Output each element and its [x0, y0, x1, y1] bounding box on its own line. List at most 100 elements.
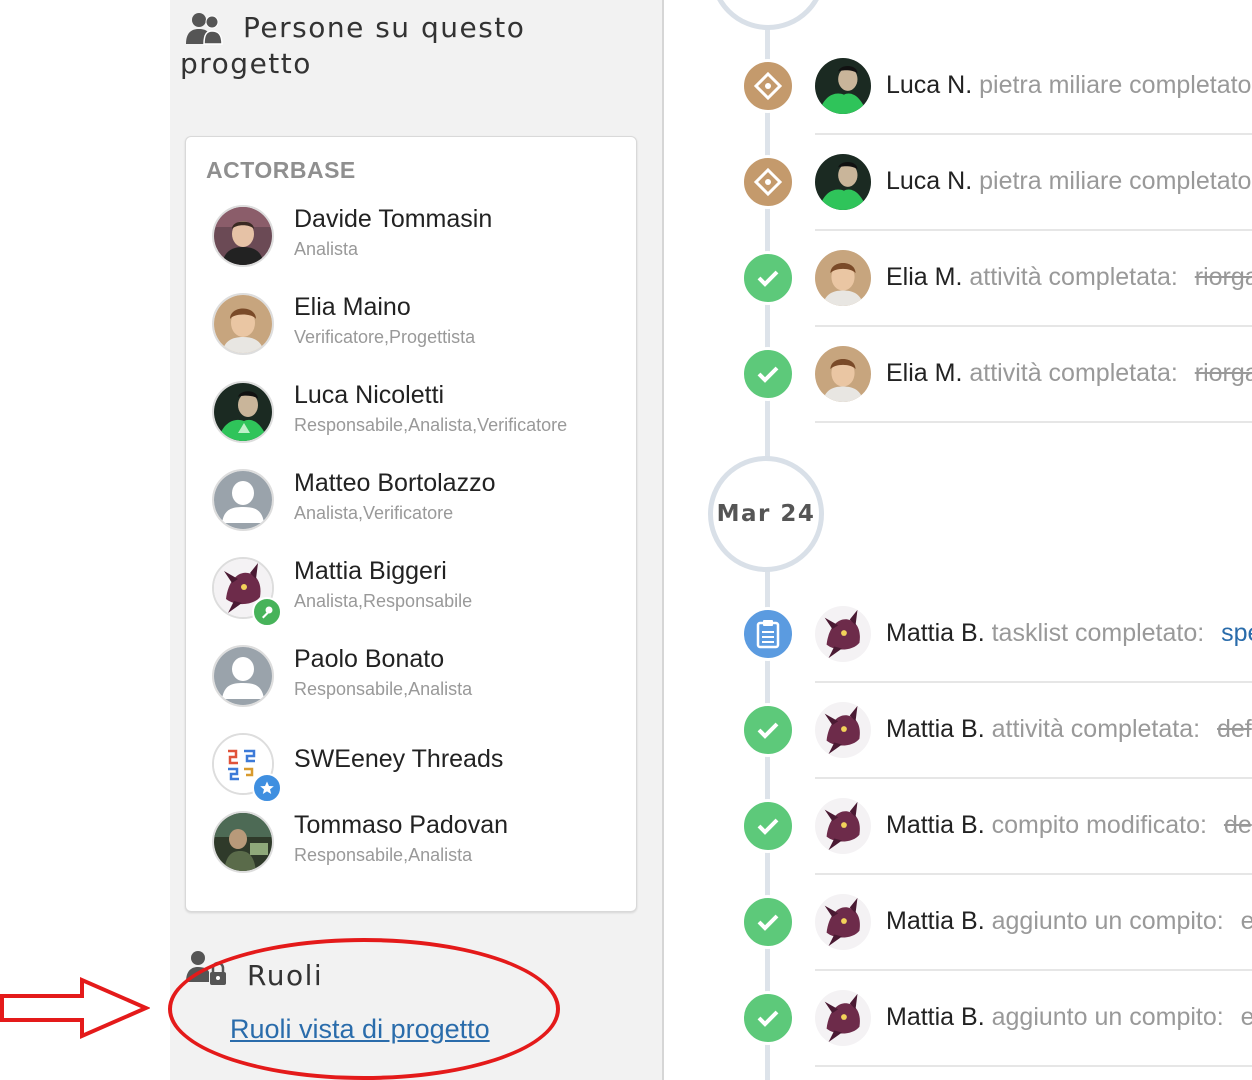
person-name: Davide Tommasin — [294, 205, 493, 233]
admin-key-badge-icon — [252, 597, 282, 627]
event-action: attività completata: — [991, 715, 1201, 743]
avatar[interactable] — [815, 606, 871, 662]
person-item[interactable]: Tommaso Padovan Responsabile,Analista — [212, 811, 622, 881]
person-role: Analista — [294, 239, 359, 259]
timeline-event-text: Luca N. pietra miliare completato — [886, 71, 1251, 100]
avatar — [212, 205, 274, 267]
timeline-event-text: Mattia B. aggiunto un compito: e — [886, 1003, 1252, 1032]
event-separator — [815, 1065, 1252, 1067]
event-separator — [815, 873, 1252, 875]
event-object-link[interactable]: def — [1217, 715, 1252, 743]
person-name: SWEeney Threads — [294, 745, 504, 773]
check-icon — [741, 799, 795, 853]
person-item[interactable]: Elia Maino Verificatore,Progettista — [212, 293, 622, 363]
project-sidebar: Persone su questo progetto ACTORBASE Dav… — [170, 0, 664, 1080]
check-icon — [741, 991, 795, 1045]
person-name: Tommaso Padovan — [294, 811, 509, 839]
person-name: Mattia Biggeri — [294, 557, 447, 585]
avatar[interactable] — [815, 990, 871, 1046]
avatar[interactable] — [815, 702, 871, 758]
person-item[interactable]: Mattia Biggeri Analista,Responsabile — [212, 557, 622, 627]
event-object-link[interactable]: spe — [1221, 619, 1252, 647]
check-icon — [741, 251, 795, 305]
event-user-link[interactable]: Mattia B. — [886, 1003, 985, 1031]
event-object-link[interactable]: e — [1241, 907, 1252, 935]
avatar[interactable] — [815, 346, 871, 402]
person-name: Luca Nicoletti — [294, 381, 445, 409]
event-user-link[interactable]: Elia M. — [886, 359, 962, 387]
event-user-link[interactable]: Mattia B. — [886, 811, 985, 839]
avatar — [212, 469, 274, 531]
event-user-link[interactable]: Luca N. — [886, 71, 972, 99]
person-item[interactable]: SWEeney Threads — [212, 733, 622, 803]
event-user-link[interactable]: Mattia B. — [886, 619, 985, 647]
person-role: Responsabile,Analista,Verificatore — [294, 415, 568, 435]
annotation-arrow-icon — [0, 976, 150, 1040]
check-icon — [741, 347, 795, 401]
person-item[interactable]: Davide Tommasin Analista — [212, 205, 622, 275]
milestone-icon — [741, 59, 795, 113]
timeline-event-text: Elia M. attività completata: riorga — [886, 359, 1252, 388]
person-item[interactable]: Matteo Bortolazzo Analista,Verificatore — [212, 469, 622, 539]
avatar[interactable] — [815, 154, 871, 210]
person-item[interactable]: Luca Nicoletti Responsabile,Analista,Ver… — [212, 381, 622, 451]
event-user-link[interactable]: Elia M. — [886, 263, 962, 291]
person-name: Matteo Bortolazzo — [294, 469, 496, 497]
event-action: aggiunto un compito: — [991, 907, 1224, 935]
event-action: pietra miliare completato — [979, 71, 1252, 99]
person-role: Analista,Responsabile — [294, 591, 473, 611]
event-separator — [815, 229, 1252, 231]
milestone-icon — [741, 155, 795, 209]
event-action: tasklist completato: — [991, 619, 1205, 647]
timeline-event-text: Elia M. attività completata: riorga — [886, 263, 1252, 292]
event-object-link[interactable]: riorga — [1195, 359, 1252, 387]
event-separator — [815, 777, 1252, 779]
avatar — [212, 645, 274, 707]
event-action: compito modificato: — [991, 811, 1207, 839]
check-icon — [741, 703, 795, 757]
people-section-title: Persone su questo progetto — [180, 11, 526, 80]
date-marker: Mar 24 — [708, 456, 824, 572]
avatar[interactable] — [815, 58, 871, 114]
event-user-link[interactable]: Luca N. — [886, 167, 972, 195]
timeline-event-text: Luca N. pietra miliare completato — [886, 167, 1251, 196]
event-separator — [815, 681, 1252, 683]
event-object-link[interactable]: e — [1241, 1003, 1252, 1031]
event-object-link[interactable]: riorga — [1195, 263, 1252, 291]
person-name: Paolo Bonato — [294, 645, 445, 673]
event-separator — [815, 325, 1252, 327]
people-card: ACTORBASE Davide Tommasin Analista Elia … — [185, 136, 637, 912]
event-user-link[interactable]: Mattia B. — [886, 907, 985, 935]
person-role: Verificatore,Progettista — [294, 327, 476, 347]
annotation-ellipse — [168, 938, 560, 1080]
clipboard-icon — [741, 607, 795, 661]
event-action: pietra miliare completato — [979, 167, 1252, 195]
company-name: ACTORBASE — [206, 157, 356, 183]
avatar — [212, 381, 274, 443]
timeline-event-text: Mattia B. attività completata: def — [886, 715, 1252, 744]
event-separator — [815, 421, 1252, 423]
timeline-event-text: Mattia B. tasklist completato: spe — [886, 619, 1252, 648]
event-separator — [815, 133, 1252, 135]
avatar — [212, 293, 274, 355]
check-icon — [741, 895, 795, 949]
event-object-link[interactable]: de — [1224, 811, 1252, 839]
person-role: Responsabile,Analista — [294, 679, 473, 699]
person-role: Responsabile,Analista — [294, 845, 473, 865]
event-user-link[interactable]: Mattia B. — [886, 715, 985, 743]
date-marker — [710, 0, 826, 30]
owner-star-badge-icon — [252, 773, 282, 803]
people-icon — [184, 10, 230, 50]
avatar[interactable] — [815, 250, 871, 306]
person-name: Elia Maino — [294, 293, 411, 321]
people-section-header: Persone su questo progetto — [180, 10, 604, 82]
event-action: attività completata: — [969, 263, 1178, 291]
event-action: attività completata: — [969, 359, 1178, 387]
person-item[interactable]: Paolo Bonato Responsabile,Analista — [212, 645, 622, 715]
event-action: aggiunto un compito: — [991, 1003, 1224, 1031]
avatar[interactable] — [815, 894, 871, 950]
avatar[interactable] — [815, 798, 871, 854]
avatar — [212, 811, 274, 873]
event-separator — [815, 969, 1252, 971]
timeline-event-text: Mattia B. compito modificato: de — [886, 811, 1252, 840]
